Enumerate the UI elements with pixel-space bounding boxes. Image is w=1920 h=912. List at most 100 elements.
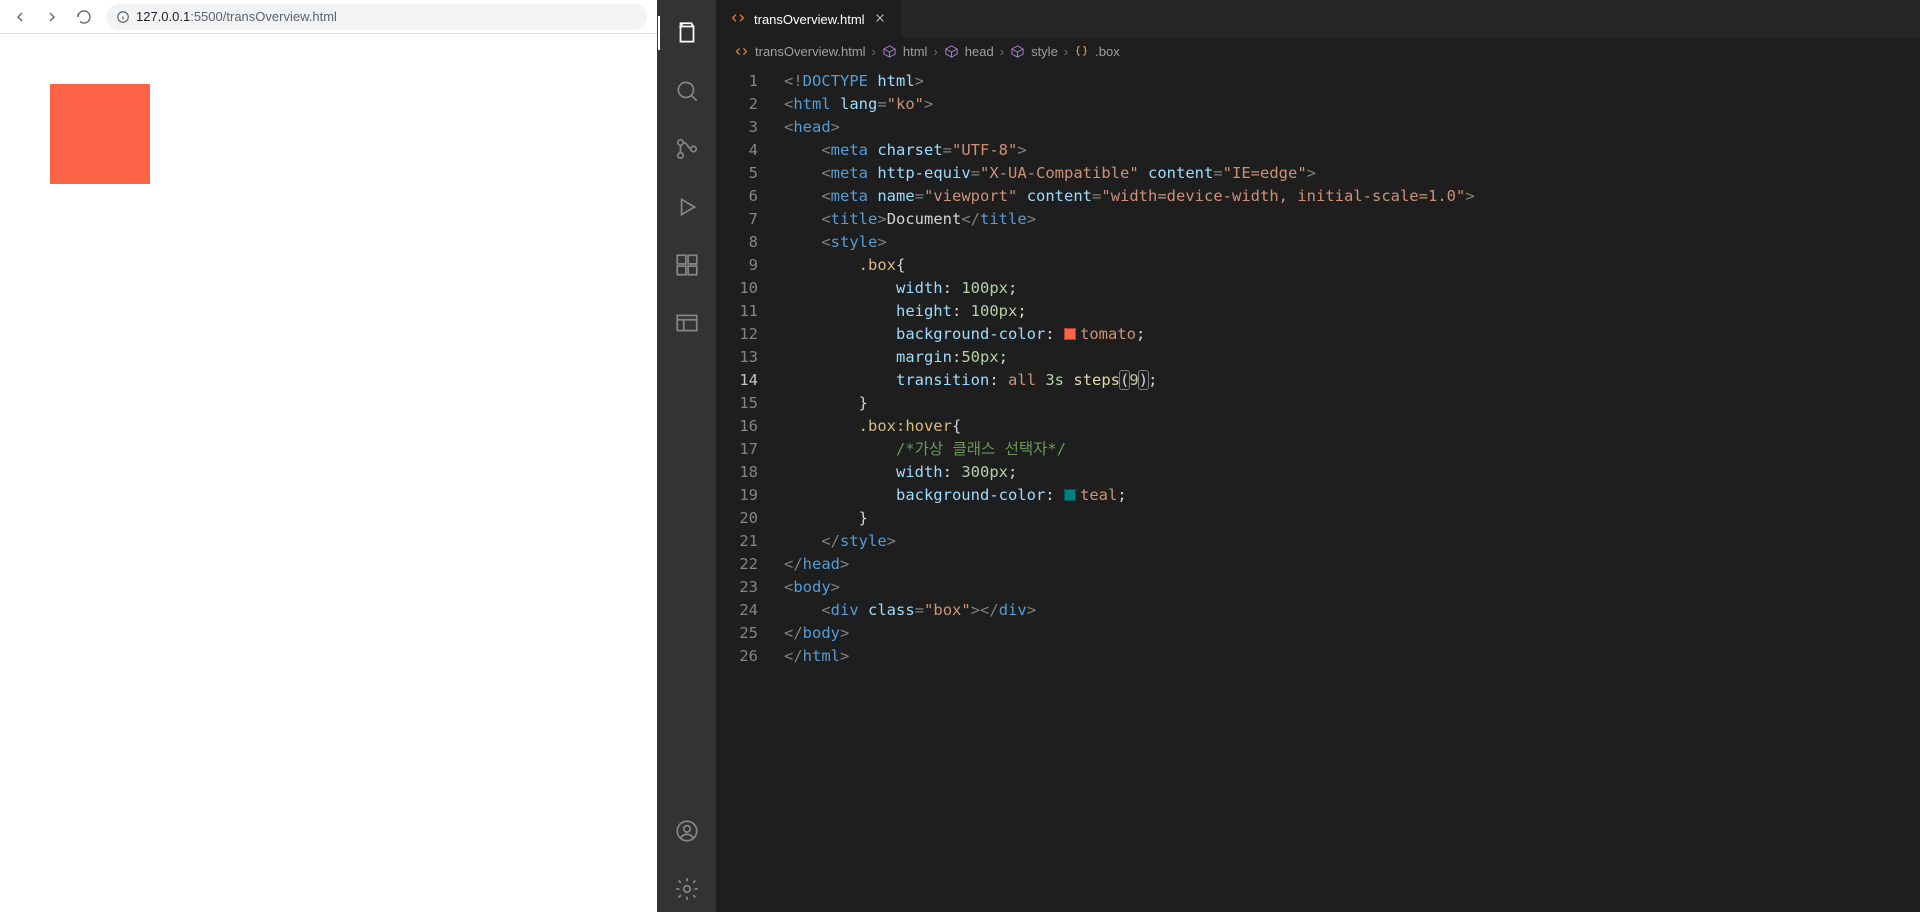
code-line[interactable]: 18 width: 300px; [716,461,1920,484]
code-line[interactable]: 5 <meta http-equiv="X-UA-Compatible" con… [716,162,1920,185]
line-content[interactable]: </body> [776,622,1920,645]
code-line[interactable]: 26</html> [716,645,1920,668]
activity-source-control[interactable] [664,126,710,172]
line-content[interactable]: <title>Document</title> [776,208,1920,231]
line-content[interactable]: transition: all 3s steps(9); [776,369,1920,392]
line-content[interactable]: } [776,392,1920,415]
line-number: 17 [716,438,776,461]
code-line[interactable]: 1<!DOCTYPE html> [716,70,1920,93]
code-line[interactable]: 16 .box:hover{ [716,415,1920,438]
line-content[interactable]: <head> [776,116,1920,139]
rendered-page [0,34,657,912]
line-content[interactable]: background-color: tomato; [776,323,1920,346]
browser-toolbar: 127.0.0.1:5500/transOverview.html [0,0,657,34]
line-content[interactable]: <body> [776,576,1920,599]
line-number: 3 [716,116,776,139]
line-content[interactable]: </style> [776,530,1920,553]
line-content[interactable]: .box:hover{ [776,415,1920,438]
code-line[interactable]: 12 background-color: tomato; [716,323,1920,346]
code-line[interactable]: 10 width: 100px; [716,277,1920,300]
line-number: 25 [716,622,776,645]
line-number: 21 [716,530,776,553]
chevron-right-icon: › [1062,44,1070,59]
code-line[interactable]: 17 /*가상 클래스 선택자*/ [716,438,1920,461]
code-line[interactable]: 7 <title>Document</title> [716,208,1920,231]
line-content[interactable]: <div class="box"></div> [776,599,1920,622]
code-editor[interactable]: 1<!DOCTYPE html>2<html lang="ko">3<head>… [716,64,1920,912]
line-content[interactable]: width: 100px; [776,277,1920,300]
line-number: 9 [716,254,776,277]
activity-run-debug[interactable] [664,184,710,230]
forward-button[interactable] [42,7,62,27]
breadcrumb[interactable]: transOverview.html › html › head › style… [716,38,1920,64]
line-content[interactable]: <meta http-equiv="X-UA-Compatible" conte… [776,162,1920,185]
code-line[interactable]: 9 .box{ [716,254,1920,277]
reload-button[interactable] [74,7,94,27]
line-number: 10 [716,277,776,300]
line-number: 14 [716,369,776,392]
editor-area: transOverview.html transOverview.html › … [716,0,1920,912]
line-content[interactable]: <style> [776,231,1920,254]
activity-extensions[interactable] [664,242,710,288]
line-number: 13 [716,346,776,369]
browser-window: 127.0.0.1:5500/transOverview.html [0,0,658,912]
line-content[interactable]: } [776,507,1920,530]
activity-search[interactable] [664,68,710,114]
line-number: 15 [716,392,776,415]
breadcrumb-file[interactable]: transOverview.html [734,44,866,59]
code-line[interactable]: 8 <style> [716,231,1920,254]
back-button[interactable] [10,7,30,27]
line-content[interactable]: <meta charset="UTF-8"> [776,139,1920,162]
code-line[interactable]: 25</body> [716,622,1920,645]
line-number: 23 [716,576,776,599]
code-line[interactable]: 21 </style> [716,530,1920,553]
activity-settings[interactable] [664,866,710,912]
code-line[interactable]: 19 background-color: teal; [716,484,1920,507]
code-line[interactable]: 24 <div class="box"></div> [716,599,1920,622]
line-content[interactable]: <!DOCTYPE html> [776,70,1920,93]
breadcrumb-box[interactable]: .box [1074,44,1120,59]
code-line[interactable]: 11 height: 100px; [716,300,1920,323]
code-line[interactable]: 6 <meta name="viewport" content="width=d… [716,185,1920,208]
code-line[interactable]: 23<body> [716,576,1920,599]
line-number: 2 [716,93,776,116]
breadcrumb-html[interactable]: html [882,44,928,59]
html-file-icon [730,10,746,29]
breadcrumb-head[interactable]: head [944,44,994,59]
code-line[interactable]: 15 } [716,392,1920,415]
code-line[interactable]: 22</head> [716,553,1920,576]
code-line[interactable]: 4 <meta charset="UTF-8"> [716,139,1920,162]
line-number: 5 [716,162,776,185]
activity-explorer[interactable] [664,10,710,56]
line-number: 6 [716,185,776,208]
line-content[interactable]: <html lang="ko"> [776,93,1920,116]
code-line[interactable]: 2<html lang="ko"> [716,93,1920,116]
chevron-right-icon: › [998,44,1006,59]
line-number: 16 [716,415,776,438]
breadcrumb-style[interactable]: style [1010,44,1058,59]
close-icon[interactable] [873,11,887,28]
line-number: 19 [716,484,776,507]
line-content[interactable]: /*가상 클래스 선택자*/ [776,438,1920,461]
code-line[interactable]: 20 } [716,507,1920,530]
address-bar[interactable]: 127.0.0.1:5500/transOverview.html [106,4,647,30]
line-content[interactable]: .box{ [776,254,1920,277]
editor-tabs: transOverview.html [716,0,1920,38]
code-line[interactable]: 14 transition: all 3s steps(9); [716,369,1920,392]
line-content[interactable]: background-color: teal; [776,484,1920,507]
line-content[interactable]: height: 100px; [776,300,1920,323]
activity-bar [658,0,716,912]
line-number: 8 [716,231,776,254]
line-content[interactable]: </head> [776,553,1920,576]
line-content[interactable]: margin:50px; [776,346,1920,369]
line-content[interactable]: width: 300px; [776,461,1920,484]
activity-account[interactable] [664,808,710,854]
line-content[interactable]: </html> [776,645,1920,668]
tab-transoverview[interactable]: transOverview.html [716,0,902,38]
activity-live-preview[interactable] [664,300,710,346]
line-number: 26 [716,645,776,668]
line-number: 12 [716,323,776,346]
code-line[interactable]: 3<head> [716,116,1920,139]
code-line[interactable]: 13 margin:50px; [716,346,1920,369]
line-content[interactable]: <meta name="viewport" content="width=dev… [776,185,1920,208]
